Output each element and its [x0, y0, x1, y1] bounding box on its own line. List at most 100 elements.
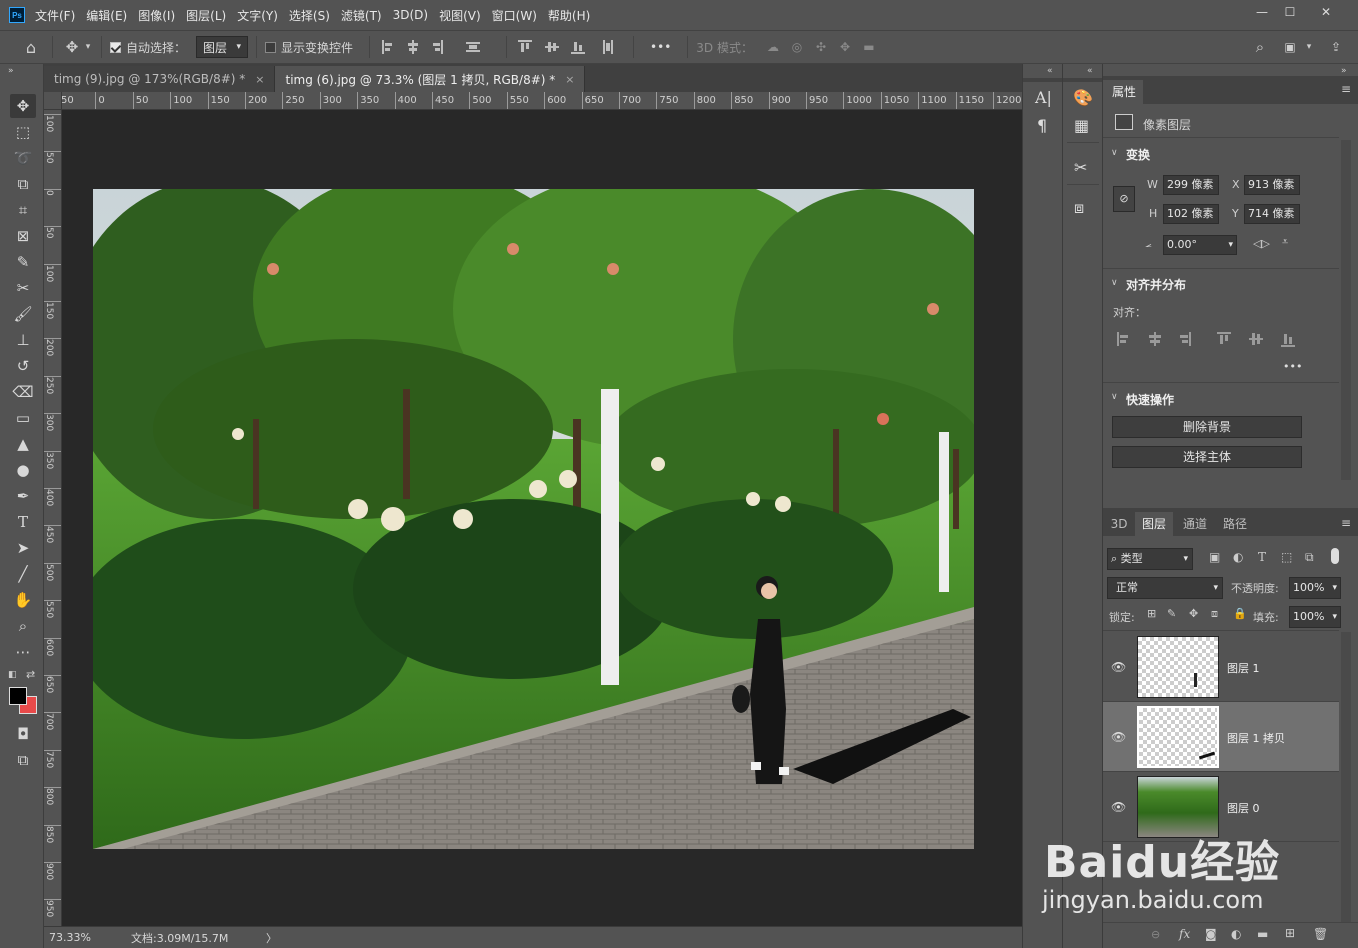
share-icon[interactable]: ⇪	[1326, 40, 1346, 54]
opacity-field[interactable]: 100% ▾	[1289, 577, 1341, 599]
align-icons[interactable]	[1115, 330, 1299, 348]
expand-icon[interactable]: »	[1341, 66, 1347, 76]
layer-row[interactable]: 👁 图层 0	[1103, 772, 1339, 842]
history-brush-icon[interactable]: ↺	[10, 354, 36, 378]
home-icon[interactable]: ⌂	[18, 38, 44, 57]
tab-properties[interactable]: 属性	[1103, 80, 1143, 104]
eraser-tool-icon[interactable]: ⌫	[10, 380, 36, 404]
3d-slide-icon[interactable]: ✥	[833, 40, 857, 54]
filter-type-icon[interactable]: T	[1258, 550, 1266, 564]
menu-filter[interactable]: 滤镜(T)	[341, 7, 382, 24]
panel-grip[interactable]	[1063, 78, 1103, 82]
remove-background-button[interactable]: 删除背景	[1112, 416, 1302, 438]
3d-orbit-icon[interactable]: ☁	[761, 40, 785, 54]
visibility-eye-icon[interactable]: 👁	[1111, 730, 1126, 744]
fx-icon[interactable]: fx	[1179, 927, 1190, 941]
more-tools-icon[interactable]: ⋯	[10, 640, 36, 664]
healing-tool-icon[interactable]: ✂	[10, 276, 36, 300]
chevron-down-icon[interactable]: ▾	[1303, 42, 1315, 52]
distribute-buttons[interactable]	[515, 37, 625, 57]
maximize-button[interactable]: ☐	[1274, 0, 1306, 24]
quick-actions-title[interactable]: 快速操作	[1126, 391, 1174, 408]
auto-select-checkbox[interactable]	[110, 41, 121, 53]
3d-roll-icon[interactable]: ◎	[785, 40, 809, 54]
brush-tool-icon[interactable]: 🖌	[10, 302, 36, 326]
tab-channels[interactable]: 通道	[1175, 512, 1215, 536]
flip-horizontal-icon[interactable]: ◁▷	[1253, 237, 1270, 250]
layer-name[interactable]: 图层 0	[1227, 800, 1260, 816]
chevron-down-icon[interactable]: ∨	[1111, 278, 1118, 288]
align-more-button[interactable]: •••	[1283, 360, 1302, 373]
swap-colors-icon[interactable]: ⇄	[26, 668, 35, 681]
add-mask-icon[interactable]: ◙	[1205, 927, 1217, 941]
panel-grip[interactable]	[1023, 78, 1063, 82]
collapse-icon[interactable]: «	[1087, 66, 1093, 76]
line-tool-icon[interactable]: ╱	[10, 562, 36, 586]
angle-field[interactable]: 0.00° ▾	[1163, 235, 1237, 255]
fill-field[interactable]: 100% ▾	[1289, 606, 1341, 628]
chevron-down-icon[interactable]: ▾	[83, 42, 93, 52]
lock-pixels-icon[interactable]: ✎	[1167, 607, 1176, 620]
menu-view[interactable]: 视图(V)	[439, 7, 481, 24]
pen-tool-icon[interactable]: ✒	[10, 484, 36, 508]
paragraph-panel-icon[interactable]: ¶	[1037, 116, 1047, 135]
height-field[interactable]: 102 像素	[1163, 204, 1219, 224]
auto-select-dropdown[interactable]: 图层 ▾	[196, 36, 249, 58]
crop-tool-icon[interactable]: ⌗	[10, 198, 36, 222]
3d-camera-icon[interactable]: ▬	[857, 40, 881, 54]
menu-3d[interactable]: 3D(D)	[393, 8, 428, 22]
color-panel-icon[interactable]: 🎨	[1073, 88, 1093, 107]
layer-name[interactable]: 图层 1	[1227, 660, 1260, 676]
move-tool-icon[interactable]: ✥	[10, 94, 36, 118]
layer-name[interactable]: 图层 1 拷贝	[1227, 730, 1285, 746]
filter-adjustment-icon[interactable]: ◐	[1233, 550, 1243, 564]
visibility-eye-icon[interactable]: 👁	[1111, 660, 1126, 674]
align-title[interactable]: 对齐并分布	[1126, 276, 1186, 293]
path-select-tool-icon[interactable]: ➤	[10, 536, 36, 560]
collapse-icon[interactable]: «	[1047, 66, 1053, 76]
show-transform-checkbox[interactable]	[265, 41, 277, 53]
blend-mode-dropdown[interactable]: 正常 ▾	[1107, 577, 1223, 599]
menu-type[interactable]: 文字(Y)	[237, 7, 278, 24]
libraries-panel-icon[interactable]: ⧈	[1074, 198, 1084, 218]
lock-transparency-icon[interactable]: ⊞	[1147, 607, 1156, 620]
close-button[interactable]: ✕	[1310, 0, 1342, 24]
adjustment-layer-icon[interactable]: ◐	[1231, 927, 1241, 941]
menu-edit[interactable]: 编辑(E)	[86, 7, 127, 24]
character-panel-icon[interactable]: A|	[1035, 88, 1052, 107]
flip-vertical-icon[interactable]: ⩡	[1282, 235, 1288, 249]
layer-row[interactable]: 👁 图层 1	[1103, 632, 1339, 702]
collapse-icon[interactable]: »	[8, 66, 14, 76]
tab-3d[interactable]: 3D	[1103, 512, 1135, 536]
panel-menu-icon[interactable]: ≡	[1341, 82, 1351, 96]
properties-scrollbar[interactable]	[1341, 140, 1351, 480]
more-options-button[interactable]: •••	[650, 40, 671, 54]
lock-position-icon[interactable]: ✥	[1189, 607, 1198, 620]
hand-tool-icon[interactable]: ✋	[10, 588, 36, 612]
move-tool-icon[interactable]: ✥	[61, 38, 83, 56]
close-icon[interactable]: ×	[565, 73, 574, 86]
chevron-down-icon[interactable]: ∨	[1111, 392, 1118, 402]
tab-document-1[interactable]: timg (9).jpg @ 173%(RGB/8#) * ×	[44, 66, 276, 92]
new-layer-icon[interactable]: ⊞	[1285, 926, 1295, 940]
new-group-icon[interactable]: ▬	[1257, 927, 1268, 941]
screen-mode-icon[interactable]: ⧉	[10, 748, 36, 772]
canvas-area[interactable]	[62, 110, 1022, 926]
marquee-tool-icon[interactable]: ⬚	[10, 120, 36, 144]
object-select-tool-icon[interactable]: ⧉	[10, 172, 36, 196]
workspace-icon[interactable]: ▣	[1280, 40, 1300, 54]
eyedropper-tool-icon[interactable]: ✎	[10, 250, 36, 274]
3d-pan-icon[interactable]: ✣	[809, 40, 833, 54]
zoom-tool-icon[interactable]: ⌕	[10, 614, 36, 638]
filter-pixel-icon[interactable]: ▣	[1209, 550, 1220, 564]
frame-tool-icon[interactable]: ⊠	[10, 224, 36, 248]
stamp-tool-icon[interactable]: ⊥	[10, 328, 36, 352]
zoom-level[interactable]: 73.33%	[49, 931, 131, 944]
filter-shape-icon[interactable]: ⬚	[1281, 550, 1292, 564]
blur-tool-icon[interactable]: ▲	[10, 432, 36, 456]
swatches-panel-icon[interactable]: ▦	[1074, 116, 1089, 135]
delete-layer-icon[interactable]: 🗑	[1313, 927, 1328, 941]
menu-help[interactable]: 帮助(H)	[548, 7, 590, 24]
type-tool-icon[interactable]: T	[10, 510, 36, 534]
lock-artboard-icon[interactable]: ⧈	[1211, 607, 1218, 621]
